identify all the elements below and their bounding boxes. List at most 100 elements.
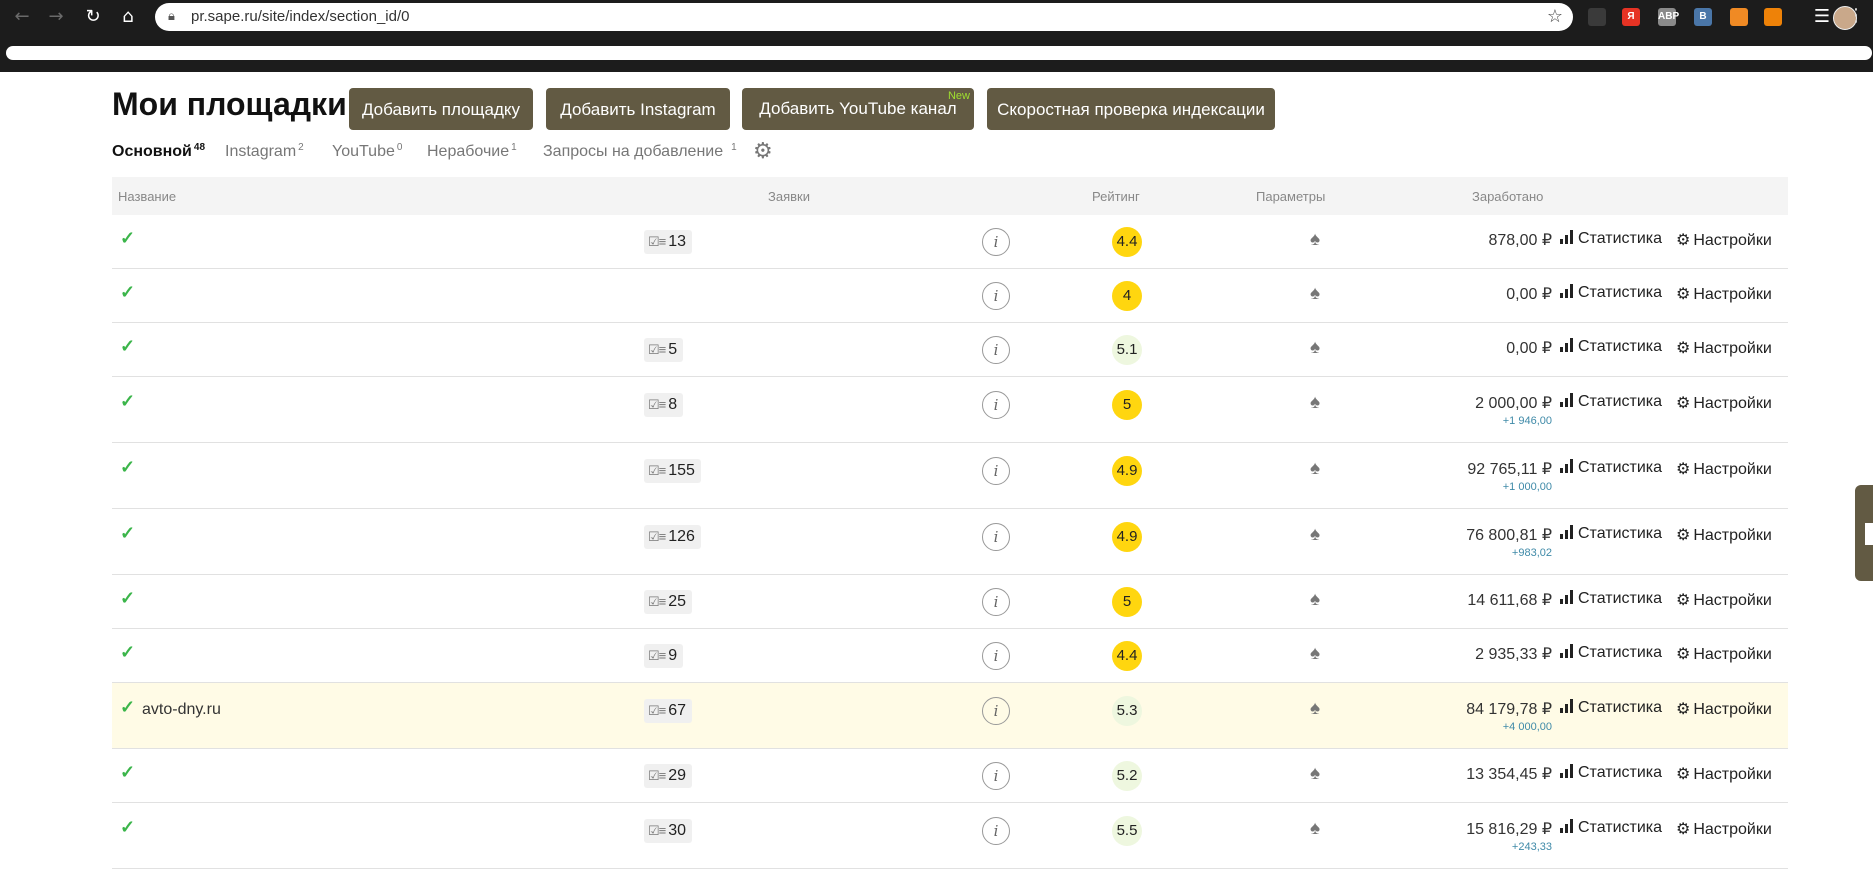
- requests-badge[interactable]: ☑≡ 5: [644, 338, 684, 362]
- settings-link[interactable]: ⚙ Настройки: [1676, 644, 1772, 664]
- site-name-link[interactable]: avto-dny.ru: [142, 701, 221, 719]
- statistics-link[interactable]: Статистика: [1560, 644, 1662, 662]
- info-icon[interactable]: i: [982, 282, 1010, 310]
- info-icon[interactable]: i: [982, 762, 1010, 790]
- statistics-link[interactable]: Статистика: [1560, 819, 1662, 837]
- side-feedback-tab[interactable]: [1855, 485, 1873, 581]
- requests-badge[interactable]: ☑≡ 9: [644, 644, 684, 668]
- earned-delta: +983,02: [1511, 547, 1552, 559]
- requests-badge[interactable]: ☑≡ 13: [644, 230, 693, 254]
- forward-icon[interactable]: →: [44, 5, 68, 29]
- statistics-link[interactable]: Статистика: [1560, 459, 1662, 477]
- statistics-link[interactable]: Статистика: [1560, 338, 1662, 356]
- requests-badge[interactable]: ☑≡ 126: [644, 525, 701, 549]
- info-icon[interactable]: i: [982, 391, 1010, 419]
- vk-ext-icon[interactable]: В: [1694, 8, 1712, 26]
- add-site-button[interactable]: Добавить площадку: [349, 88, 533, 130]
- gear-icon: ⚙: [1676, 232, 1691, 249]
- bookmark-star-icon[interactable]: ☆: [1547, 6, 1563, 27]
- requests-badge[interactable]: ☑≡ 30: [644, 819, 693, 843]
- tab-youtube[interactable]: YouTube 0: [332, 142, 402, 161]
- settings-link[interactable]: ⚙ Настройки: [1676, 764, 1772, 784]
- bar-chart-icon: [1560, 284, 1574, 298]
- info-icon[interactable]: i: [982, 697, 1010, 725]
- statistics-link[interactable]: Статистика: [1560, 393, 1662, 411]
- col-earned[interactable]: Заработано: [1472, 189, 1543, 204]
- info-icon[interactable]: i: [982, 336, 1010, 364]
- tab-broken[interactable]: Нерабочие 1: [427, 142, 517, 161]
- earned-amount: 92 765,11 ₽: [1467, 461, 1552, 478]
- spade-param-icon[interactable]: ♠: [1310, 818, 1320, 840]
- requests-badge[interactable]: ☑≡ 155: [644, 459, 701, 483]
- gear-icon: ⚙: [1676, 766, 1691, 783]
- statistics-link[interactable]: Статистика: [1560, 284, 1662, 302]
- settings-link[interactable]: ⚙ Настройки: [1676, 525, 1772, 545]
- gear-icon[interactable]: ⚙: [753, 138, 773, 164]
- statistics-link[interactable]: Статистика: [1560, 764, 1662, 782]
- fast-index-check-button[interactable]: Скоростная проверка индексации: [987, 88, 1275, 130]
- add-youtube-button[interactable]: Добавить YouTube канал New: [742, 88, 974, 130]
- browser-toolbar: ← → ↻ ⌂ 🔒︎ pr.sape.ru/site/index/section…: [0, 0, 1873, 34]
- settings-link[interactable]: ⚙ Настройки: [1676, 819, 1772, 839]
- info-icon[interactable]: i: [982, 642, 1010, 670]
- address-bar-url[interactable]: pr.sape.ru/site/index/section_id/0: [191, 8, 409, 25]
- rating-badge: 5: [1112, 390, 1142, 420]
- shield-ext-icon[interactable]: [1588, 8, 1606, 26]
- settings-link[interactable]: ⚙ Настройки: [1676, 590, 1772, 610]
- col-name[interactable]: Название: [118, 189, 176, 204]
- settings-link[interactable]: ⚙ Настройки: [1676, 338, 1772, 358]
- add-instagram-button[interactable]: Добавить Instagram: [546, 88, 730, 130]
- settings-link[interactable]: ⚙ Настройки: [1676, 284, 1772, 304]
- tab-add-requests-label: Запросы на добавление: [543, 143, 724, 160]
- spade-param-icon[interactable]: ♠: [1310, 283, 1320, 305]
- adblock-ext-icon[interactable]: ABP: [1658, 8, 1679, 26]
- info-icon[interactable]: i: [982, 457, 1010, 485]
- requests-badge[interactable]: ☑≡ 25: [644, 590, 693, 614]
- spade-param-icon[interactable]: ♠: [1310, 392, 1320, 414]
- spade-param-icon[interactable]: ♠: [1310, 589, 1320, 611]
- statistics-link[interactable]: Статистика: [1560, 230, 1662, 248]
- settings-link[interactable]: ⚙ Настройки: [1676, 459, 1772, 479]
- info-icon[interactable]: i: [982, 817, 1010, 845]
- col-rating[interactable]: Рейтинг: [1092, 189, 1140, 204]
- statistics-link[interactable]: Статистика: [1560, 590, 1662, 608]
- info-icon[interactable]: i: [982, 523, 1010, 551]
- browser-menu-icon[interactable]: ⋮: [1847, 5, 1865, 26]
- spade-param-icon[interactable]: ♠: [1310, 763, 1320, 785]
- reading-list-icon[interactable]: ☰: [1810, 5, 1834, 29]
- requests-badge[interactable]: ☑≡ 8: [644, 393, 684, 417]
- requests-badge[interactable]: ☑≡ 67: [644, 699, 693, 723]
- tab-instagram[interactable]: Instagram 2: [225, 142, 304, 161]
- statistics-link[interactable]: Статистика: [1560, 699, 1662, 717]
- reload-icon[interactable]: ↻: [81, 5, 105, 29]
- requests-badge[interactable]: ☑≡ 29: [644, 764, 693, 788]
- statistics-link[interactable]: Статистика: [1560, 525, 1662, 543]
- col-requests[interactable]: Заявки: [768, 189, 810, 204]
- spade-param-icon[interactable]: ♠: [1310, 458, 1320, 480]
- lock-icon: 🔒︎: [168, 9, 175, 24]
- back-icon[interactable]: ←: [10, 5, 34, 29]
- yandex-ext-icon[interactable]: Я: [1622, 8, 1640, 26]
- home-icon[interactable]: ⌂: [116, 5, 140, 29]
- spade-param-icon[interactable]: ♠: [1310, 524, 1320, 546]
- settings-link[interactable]: ⚙ Настройки: [1676, 699, 1772, 719]
- spade-param-icon[interactable]: ♠: [1310, 643, 1320, 665]
- address-bar[interactable]: 🔒︎ pr.sape.ru/site/index/section_id/0 ☆: [155, 3, 1573, 31]
- rss-ext-icon[interactable]: [1730, 8, 1748, 26]
- statistics-label: Статистика: [1578, 644, 1663, 661]
- tab-main[interactable]: Основной 48: [112, 142, 205, 161]
- settings-link[interactable]: ⚙ Настройки: [1676, 393, 1772, 413]
- info-icon[interactable]: i: [982, 588, 1010, 616]
- earned-cell: 2 000,00 ₽ +1 946,00: [1475, 393, 1552, 427]
- info-icon[interactable]: i: [982, 228, 1010, 256]
- ok-ext-icon[interactable]: [1764, 8, 1782, 26]
- spade-param-icon[interactable]: ♠: [1310, 229, 1320, 251]
- rating-badge: 5.3: [1112, 696, 1142, 726]
- requests-count: 126: [668, 528, 695, 545]
- spade-param-icon[interactable]: ♠: [1310, 698, 1320, 720]
- spade-param-icon[interactable]: ♠: [1310, 337, 1320, 359]
- settings-label: Настройки: [1693, 592, 1772, 609]
- tab-add-requests[interactable]: Запросы на добавление 1: [543, 142, 737, 161]
- settings-link[interactable]: ⚙ Настройки: [1676, 230, 1772, 250]
- earned-amount: 14 611,68 ₽: [1467, 592, 1552, 609]
